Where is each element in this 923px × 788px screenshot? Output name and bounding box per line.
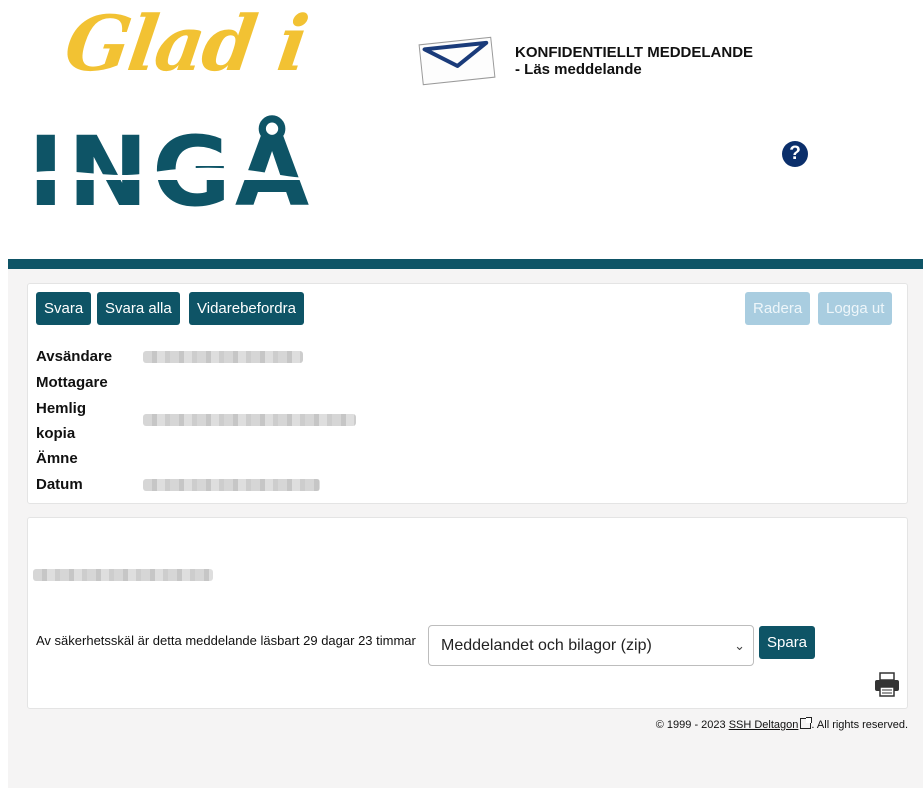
help-icon[interactable]: ? <box>782 141 808 167</box>
printer-icon[interactable] <box>873 671 901 699</box>
footer-copyright: © 1999 - 2023 SSH Deltagon . All rights r… <box>656 717 908 731</box>
date-value-redacted <box>143 479 320 491</box>
save-button[interactable]: Spara <box>759 626 816 659</box>
footer-suffix: . All rights reserved. <box>811 719 908 731</box>
bcc-label-line2: kopia <box>36 425 76 442</box>
download-format-selected: Meddelandet och bilagor (zip) <box>441 637 652 654</box>
header-divider-bar <box>8 259 923 269</box>
external-link-icon <box>800 717 813 729</box>
message-body-redacted <box>33 569 213 581</box>
bcc-label-line1: Hemlig <box>36 400 87 417</box>
page-title: KONFIDENTIELLT MEDDELANDE - Läs meddelan… <box>515 44 753 78</box>
date-label: Datum <box>36 476 83 493</box>
envelope-icon <box>418 36 496 86</box>
reply-button[interactable]: Svara <box>36 292 92 325</box>
forward-button[interactable]: Vidarebefordra <box>189 292 304 325</box>
logo-wave-decoration <box>28 167 348 180</box>
bcc-value-redacted <box>143 414 356 426</box>
message-header-panel: Svara Svara alla Vidarebefordra Radera L… <box>27 283 908 504</box>
footer-prefix: © 1999 - 2023 <box>655 719 729 731</box>
footer-ssh-link[interactable]: SSH Deltagon <box>729 719 799 731</box>
message-body-panel: Av säkerhetsskäl är detta meddelande läs… <box>27 517 908 709</box>
page-title-line2: - Läs meddelande <box>515 61 642 78</box>
logout-button[interactable]: Logga ut <box>818 292 893 325</box>
subject-label: Ämne <box>36 450 78 467</box>
logo-text-glad: Glad i <box>59 0 312 88</box>
reply-all-button[interactable]: Svara alla <box>97 292 180 325</box>
logo: Glad i INGÅ <box>28 0 348 221</box>
recipient-label: Mottagare <box>36 374 108 391</box>
bcc-label: Hemlig kopia <box>36 396 86 446</box>
delete-button[interactable]: Radera <box>745 292 811 325</box>
chevron-down-icon: ⌄ <box>734 638 745 653</box>
download-format-select[interactable]: Meddelandet och bilagor (zip) ⌄ <box>428 625 754 666</box>
expiry-notice: Av säkerhetsskäl är detta meddelande läs… <box>36 633 416 648</box>
sender-value-redacted <box>143 351 303 363</box>
sender-label: Avsändare <box>36 348 113 365</box>
page-title-line1: KONFIDENTIELLT MEDDELANDE <box>515 44 754 61</box>
